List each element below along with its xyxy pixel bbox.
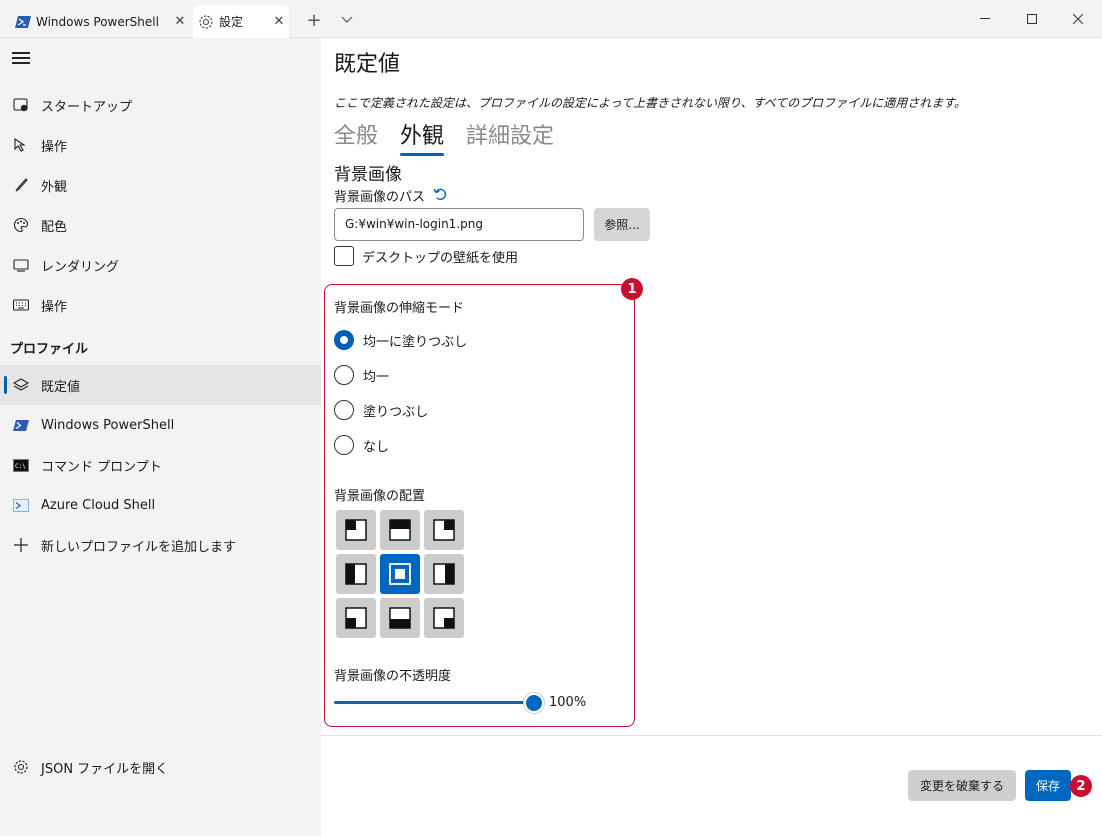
settings-subtabs: 全般 外観 詳細設定 [334, 118, 576, 156]
cursor-icon [0, 137, 41, 153]
background-image-path-input[interactable]: G:¥win¥win-login1.png [334, 208, 584, 241]
radio-uniform[interactable]: 均一 [334, 365, 389, 385]
close-icon[interactable]: ✕ [170, 14, 190, 29]
sidebar: スタートアップ 操作 外観 配色 レンダリング 操作 プロファイル 既定値 Wi… [0, 38, 321, 836]
align-bottom-left-button[interactable] [336, 598, 376, 638]
path-label-row: 背景画像のパス [334, 186, 447, 205]
gear-icon [193, 14, 219, 30]
profiles-section-label: プロファイル [10, 342, 89, 357]
align-center-button[interactable] [380, 554, 420, 594]
main-content: 既定値 ここで定義された設定は、プロファイルの設定によって上書きされない限り、す… [321, 38, 1102, 836]
title-bar: Windows PowerShell ✕ 設定 ✕ + [0, 0, 1102, 38]
radio-button[interactable] [334, 400, 354, 420]
sidebar-item-actions[interactable]: 操作 [0, 285, 321, 325]
powershell-icon [0, 419, 41, 432]
tab-settings[interactable]: 設定 ✕ [193, 5, 289, 38]
sidebar-item-command-prompt[interactable]: C:\ コマンド プロンプト [0, 445, 321, 485]
align-top-left-button[interactable] [336, 510, 376, 550]
brush-icon [0, 177, 41, 193]
window-close-icon[interactable] [1055, 0, 1101, 38]
chevron-down-icon[interactable] [336, 8, 358, 32]
new-tab-button[interactable]: + [302, 8, 326, 32]
tab-label: Windows PowerShell [36, 14, 159, 29]
section-title: 背景画像 [334, 165, 402, 185]
minimize-icon[interactable] [962, 0, 1008, 38]
tab-general[interactable]: 全般 [334, 118, 378, 154]
alignment-label: 背景画像の配置 [334, 489, 426, 504]
opacity-slider-track[interactable] [334, 701, 534, 704]
keyboard-icon [0, 299, 41, 311]
opacity-value: 100% [549, 695, 587, 710]
save-button[interactable]: 保存 [1025, 770, 1071, 801]
sidebar-item-rendering[interactable]: レンダリング [0, 245, 321, 285]
align-top-right-button[interactable] [424, 510, 464, 550]
page-title: 既定値 [334, 52, 401, 77]
sidebar-item-startup[interactable]: スタートアップ [0, 85, 321, 125]
svg-text:C:\: C:\ [15, 463, 26, 470]
sidebar-item-defaults[interactable]: 既定値 [0, 365, 321, 405]
opacity-label: 背景画像の不透明度 [334, 669, 452, 684]
sidebar-item-appearance[interactable]: 外観 [0, 165, 321, 205]
plus-icon [0, 538, 41, 552]
annotation-badge: 2 [1070, 775, 1092, 797]
annotation-badge: 1 [621, 278, 643, 300]
align-top-button[interactable] [380, 510, 420, 550]
footer-divider [321, 735, 1102, 736]
sidebar-item-interaction[interactable]: 操作 [0, 125, 321, 165]
palette-icon [0, 217, 41, 233]
align-right-button[interactable] [424, 554, 464, 594]
opacity-slider-thumb[interactable] [524, 693, 544, 713]
sidebar-item-open-json[interactable]: JSON ファイルを開く [0, 747, 321, 787]
stretch-mode-label: 背景画像の伸縮モード [334, 301, 465, 316]
close-icon[interactable]: ✕ [269, 14, 289, 29]
path-label: 背景画像のパス [334, 190, 426, 205]
discard-changes-button[interactable]: 変更を破棄する [908, 770, 1016, 801]
startup-icon [0, 97, 41, 113]
align-left-button[interactable] [336, 554, 376, 594]
hamburger-menu-icon[interactable] [12, 52, 30, 64]
tab-appearance[interactable]: 外観 [400, 118, 445, 156]
radio-none[interactable]: なし [334, 435, 389, 455]
radio-fill[interactable]: 塗りつぶし [334, 400, 428, 420]
page-description: ここで定義された設定は、プロファイルの設定によって上書きされない限り、すべてのプ… [334, 96, 967, 110]
desktop-wallpaper-row[interactable]: デスクトップの壁紙を使用 [334, 246, 518, 266]
gear-icon [0, 759, 41, 775]
browse-button[interactable]: 参照... [594, 208, 650, 241]
sidebar-item-azure-cloud-shell[interactable]: Azure Cloud Shell [0, 485, 321, 525]
radio-button[interactable] [334, 435, 354, 455]
maximize-icon[interactable] [1009, 0, 1055, 38]
reset-icon[interactable] [433, 187, 447, 205]
desktop-wallpaper-checkbox[interactable] [334, 246, 354, 266]
tab-windows-powershell[interactable]: Windows PowerShell ✕ [10, 5, 190, 38]
radio-button[interactable] [334, 365, 354, 385]
alignment-grid [336, 510, 466, 640]
radio-uniform-to-fill[interactable]: 均一に塗りつぶし [334, 330, 467, 350]
align-bottom-right-button[interactable] [424, 598, 464, 638]
align-bottom-button[interactable] [380, 598, 420, 638]
tab-label: 設定 [219, 15, 244, 29]
azure-icon [0, 498, 41, 512]
layers-icon [0, 377, 41, 393]
sidebar-item-add-profile[interactable]: 新しいプロファイルを追加します [0, 525, 321, 565]
sidebar-item-color-schemes[interactable]: 配色 [0, 205, 321, 245]
tab-advanced[interactable]: 詳細設定 [466, 118, 554, 154]
monitor-icon [0, 258, 41, 272]
cmd-icon: C:\ [0, 458, 41, 472]
annotation-box [324, 284, 635, 727]
sidebar-item-windows-powershell[interactable]: Windows PowerShell [0, 405, 321, 445]
powershell-icon [10, 15, 36, 29]
radio-button[interactable] [334, 330, 354, 350]
desktop-wallpaper-label: デスクトップの壁紙を使用 [362, 250, 519, 266]
